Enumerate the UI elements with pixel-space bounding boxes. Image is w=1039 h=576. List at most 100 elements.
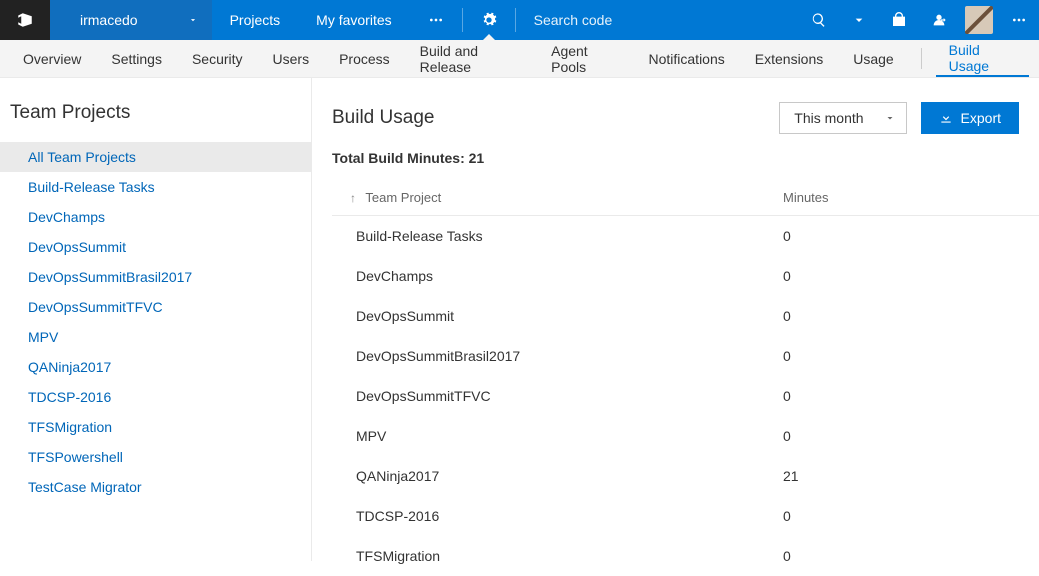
topbar-nav-my-favorites[interactable]: My favorites	[298, 0, 409, 40]
cell-minutes: 0	[759, 416, 1039, 456]
cell-minutes: 0	[759, 536, 1039, 576]
topbar: irmacedo ProjectsMy favorites	[0, 0, 1039, 40]
cell-project: MPV	[332, 416, 759, 456]
sidebar: Team Projects All Team ProjectsBuild-Rel…	[0, 78, 312, 561]
sidebar-item-tfsmigration[interactable]: TFSMigration	[0, 412, 311, 442]
more-button[interactable]	[410, 0, 462, 40]
tab-extensions[interactable]: Extensions	[742, 40, 836, 77]
topbar-right	[799, 0, 1039, 40]
topbar-nav-projects[interactable]: Projects	[212, 0, 299, 40]
content-actions: This month Export	[779, 102, 1019, 134]
tab-overview[interactable]: Overview	[10, 40, 94, 77]
main: Team Projects All Team ProjectsBuild-Rel…	[0, 78, 1039, 561]
total-build-minutes: Total Build Minutes: 21	[332, 150, 1039, 166]
topbar-nav: ProjectsMy favorites	[212, 0, 410, 40]
ellipsis-icon	[1011, 12, 1027, 28]
cell-project: Build-Release Tasks	[332, 216, 759, 257]
usage-table: ↑ Team Project Minutes Build-Release Tas…	[332, 180, 1039, 576]
table-row[interactable]: TDCSP-20160	[332, 496, 1039, 536]
person-arrow-icon	[931, 12, 947, 28]
search-button[interactable]	[799, 0, 839, 40]
col-team-project[interactable]: ↑ Team Project	[332, 180, 759, 216]
cell-project: DevOpsSummitTFVC	[332, 376, 759, 416]
tab-build-and-release[interactable]: Build and Release	[407, 40, 534, 77]
tab-process[interactable]: Process	[326, 40, 403, 77]
table-row[interactable]: Build-Release Tasks0	[332, 216, 1039, 257]
sidebar-title: Team Projects	[0, 102, 311, 142]
cell-project: DevChamps	[332, 256, 759, 296]
sidebar-item-devopssummitbrasil2017[interactable]: DevOpsSummitBrasil2017	[0, 262, 311, 292]
overflow-button[interactable]	[999, 0, 1039, 40]
gear-icon	[481, 12, 497, 28]
period-selected-label: This month	[794, 110, 863, 126]
cell-project: DevOpsSummitBrasil2017	[332, 336, 759, 376]
sidebar-item-all-team-projects[interactable]: All Team Projects	[0, 142, 311, 172]
sidebar-item-testcase-migrator[interactable]: TestCase Migrator	[0, 472, 311, 502]
sort-asc-icon: ↑	[350, 191, 356, 205]
cell-minutes: 0	[759, 296, 1039, 336]
table-row[interactable]: DevOpsSummitTFVC0	[332, 376, 1039, 416]
cell-minutes: 21	[759, 456, 1039, 496]
search-scope-button[interactable]	[839, 0, 879, 40]
cell-minutes: 0	[759, 216, 1039, 257]
table-row[interactable]: QANinja201721	[332, 456, 1039, 496]
tab-build-usage[interactable]: Build Usage	[936, 40, 1029, 77]
tab-users[interactable]: Users	[260, 40, 323, 77]
account-switcher[interactable]: irmacedo	[50, 0, 212, 40]
export-button[interactable]: Export	[921, 102, 1019, 134]
shopping-bag-icon	[891, 12, 907, 28]
download-icon	[939, 111, 953, 125]
content: Build Usage This month Export Total Buil…	[312, 78, 1039, 561]
chevron-down-icon	[851, 12, 867, 28]
export-label: Export	[961, 110, 1001, 126]
vsts-logo[interactable]	[0, 0, 50, 40]
cell-project: TDCSP-2016	[332, 496, 759, 536]
sidebar-item-devopssummit[interactable]: DevOpsSummit	[0, 232, 311, 262]
sidebar-item-build-release-tasks[interactable]: Build-Release Tasks	[0, 172, 311, 202]
sidebar-item-tdcsp-2016[interactable]: TDCSP-2016	[0, 382, 311, 412]
sidebar-item-devchamps[interactable]: DevChamps	[0, 202, 311, 232]
table-row[interactable]: DevOpsSummit0	[332, 296, 1039, 336]
marketplace-button[interactable]	[879, 0, 919, 40]
account-name: irmacedo	[80, 12, 138, 28]
search-area	[516, 0, 799, 40]
search-input[interactable]	[534, 12, 754, 28]
cell-minutes: 0	[759, 376, 1039, 416]
tabbar: OverviewSettingsSecurityUsersProcessBuil…	[0, 40, 1039, 78]
table-row[interactable]: DevChamps0	[332, 256, 1039, 296]
avatar	[965, 6, 993, 34]
feedback-button[interactable]	[919, 0, 959, 40]
divider	[921, 48, 922, 69]
table-row[interactable]: MPV0	[332, 416, 1039, 456]
chevron-down-icon	[884, 112, 896, 124]
col-team-project-label: Team Project	[365, 190, 441, 205]
cell-project: DevOpsSummit	[332, 296, 759, 336]
tab-usage[interactable]: Usage	[840, 40, 906, 77]
chevron-down-icon	[188, 15, 198, 25]
ellipsis-icon	[428, 12, 444, 28]
cell-project: QANinja2017	[332, 456, 759, 496]
page-title: Build Usage	[332, 107, 434, 129]
settings-gear-button[interactable]	[463, 0, 515, 40]
sidebar-item-qaninja2017[interactable]: QANinja2017	[0, 352, 311, 382]
cell-minutes: 0	[759, 256, 1039, 296]
sidebar-item-devopssummittfvc[interactable]: DevOpsSummitTFVC	[0, 292, 311, 322]
tab-settings[interactable]: Settings	[98, 40, 175, 77]
col-minutes-label: Minutes	[783, 190, 829, 205]
cell-project: TFSMigration	[332, 536, 759, 576]
table-row[interactable]: DevOpsSummitBrasil20170	[332, 336, 1039, 376]
table-row[interactable]: TFSMigration0	[332, 536, 1039, 576]
period-select[interactable]: This month	[779, 102, 906, 134]
cell-minutes: 0	[759, 496, 1039, 536]
avatar-button[interactable]	[959, 0, 999, 40]
sidebar-item-mpv[interactable]: MPV	[0, 322, 311, 352]
content-header: Build Usage This month Export	[332, 102, 1039, 134]
tab-security[interactable]: Security	[179, 40, 256, 77]
sidebar-item-tfspowershell[interactable]: TFSPowershell	[0, 442, 311, 472]
total-value: 21	[469, 150, 485, 166]
tab-agent-pools[interactable]: Agent Pools	[538, 40, 631, 77]
search-icon	[811, 12, 827, 28]
cell-minutes: 0	[759, 336, 1039, 376]
col-minutes[interactable]: Minutes	[759, 180, 1039, 216]
tab-notifications[interactable]: Notifications	[636, 40, 738, 77]
